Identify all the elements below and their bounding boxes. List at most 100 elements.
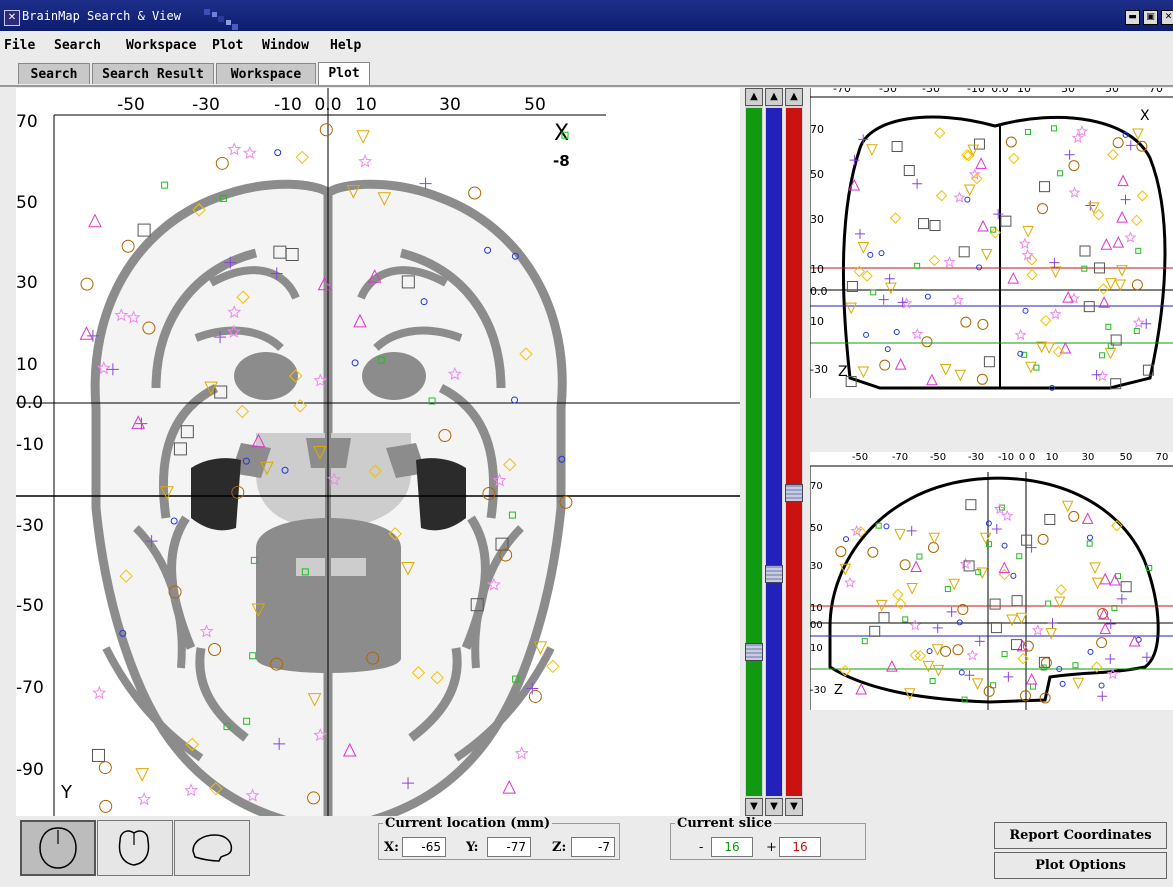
- y-tick-label: -10: [16, 435, 44, 455]
- x-coord-label: X:: [384, 840, 399, 855]
- sagittal-y-tick-labels: 70 50 30 10 00 10 -30: [810, 481, 826, 696]
- tab-search[interactable]: Search: [18, 63, 90, 84]
- x-tick-labels: -50 -30 -10 0.0 10 30 50: [117, 95, 546, 115]
- menu-file[interactable]: File: [4, 38, 35, 53]
- title-bar[interactable]: ✕ BrainMap Search & View ▬ ▣ ✕: [0, 0, 1173, 31]
- axial-brain-image: [90, 179, 567, 833]
- coordinate-marker: [242, 145, 257, 160]
- y-tick-label: 50: [810, 523, 823, 534]
- y-coord-field[interactable]: -77: [487, 837, 531, 857]
- x-tick-label: 30: [439, 95, 461, 115]
- scroll-down-arrow-icon[interactable]: ▼: [785, 798, 803, 816]
- menu-window[interactable]: Window: [262, 38, 309, 53]
- y-tick-label: 30: [16, 273, 38, 293]
- x-tick-label: 0: [1019, 452, 1025, 463]
- minimize-icon[interactable]: ▬: [1125, 10, 1140, 25]
- axial-plot[interactable]: -50 -30 -10 0.0 10 30 50 70 50 30 10 0.0 -10 -30 -50-…: [16, 88, 740, 833]
- coordinate-marker: [514, 746, 529, 760]
- y-tick-label: 50: [810, 168, 824, 181]
- y-tick-label: 70: [810, 481, 823, 492]
- y-tick-label: -90: [16, 760, 44, 780]
- scroll-up-arrow-icon[interactable]: ▲: [785, 88, 803, 106]
- tab-plot[interactable]: Plot: [318, 62, 370, 86]
- x-tick-label: 10: [1046, 452, 1059, 463]
- coronal-plot-canvas[interactable]: -70 -50 -30 -10 0.0 10 30 50 70 70 50 30 10 0.0 10 -30…: [809, 82, 1173, 398]
- coordinate-marker: [91, 748, 105, 762]
- window-title: BrainMap Search & View: [22, 9, 181, 23]
- slice-minus-label: -: [699, 840, 704, 855]
- current-location-legend: Current location (mm): [385, 816, 551, 831]
- coordinate-marker: [98, 761, 112, 775]
- x-tick-label: -70: [833, 88, 851, 95]
- scroll-up-arrow-icon[interactable]: ▲: [745, 88, 763, 106]
- scroll-down-arrow-icon[interactable]: ▼: [745, 798, 763, 816]
- coordinate-marker: [274, 149, 282, 157]
- slice-minus-field[interactable]: 16: [711, 837, 753, 857]
- corner-y-label: Y: [60, 782, 73, 803]
- slice-plus-field[interactable]: 16: [779, 837, 821, 857]
- z-coord-label: Z:: [552, 840, 567, 855]
- x-tick-label: 10: [355, 95, 377, 115]
- y-tick-label: 10: [810, 263, 824, 276]
- sagittal-plot[interactable]: -50 -70 -50 -30 -10 0 0 10 30 50 70 70 50 30 10 00 10 -3…: [809, 452, 1173, 710]
- menu-search[interactable]: Search: [54, 38, 101, 53]
- slice-plus-label: +: [766, 840, 777, 855]
- application-window: ✕ BrainMap Search & View ▬ ▣ ✕ File Sear…: [0, 0, 1173, 887]
- tab-divider: [0, 85, 1173, 87]
- y-tick-label: -30: [810, 363, 828, 376]
- y-tick-label: -30: [16, 516, 44, 536]
- x-tick-label: -50: [930, 452, 946, 463]
- blue-slice-scrollbar[interactable]: ▲ ▼: [765, 88, 783, 816]
- red-track[interactable]: [786, 108, 802, 796]
- report-coordinates-button[interactable]: Report Coordinates: [994, 822, 1167, 849]
- close-icon[interactable]: ✕: [1161, 10, 1173, 25]
- blue-track[interactable]: [766, 108, 782, 796]
- coronal-corner-x: X: [1140, 108, 1150, 124]
- coordinate-marker: [80, 277, 94, 291]
- x-tick-label: -10: [967, 88, 985, 95]
- coordinate-marker: [137, 223, 151, 237]
- coordinate-marker: [121, 239, 135, 253]
- slice-scrollbars: ▲ ▼ ▲ ▼ ▲ ▼: [745, 88, 805, 816]
- coordinate-marker: [1097, 691, 1108, 702]
- y-tick-label: 0.0: [810, 285, 828, 298]
- maximize-icon[interactable]: ▣: [1143, 10, 1158, 25]
- sagittal-view-button[interactable]: [174, 820, 250, 876]
- plot-options-button[interactable]: Plot Options: [994, 852, 1167, 879]
- scroll-down-arrow-icon[interactable]: ▼: [765, 798, 783, 816]
- red-scroll-thumb[interactable]: [785, 484, 803, 502]
- coronal-x-tick-labels: -70 -50 -30 -10 0.0 10 30 50 70: [833, 82, 1163, 95]
- x-coord-field[interactable]: -65: [402, 837, 446, 857]
- green-scroll-thumb[interactable]: [745, 643, 763, 661]
- tab-workspace[interactable]: Workspace: [216, 63, 316, 84]
- menu-plot[interactable]: Plot: [212, 38, 243, 53]
- blue-scroll-thumb[interactable]: [765, 565, 783, 583]
- axial-view-button[interactable]: [20, 820, 96, 876]
- coronal-view-button[interactable]: [97, 820, 173, 876]
- green-track[interactable]: [746, 108, 762, 796]
- coordinate-marker: [295, 150, 309, 165]
- y-tick-label: 10: [810, 315, 824, 328]
- x-tick-label: -10: [998, 452, 1014, 463]
- green-slice-scrollbar[interactable]: ▲ ▼: [745, 88, 763, 816]
- red-slice-scrollbar[interactable]: ▲ ▼: [785, 88, 803, 816]
- x-tick-label: 0: [1029, 452, 1035, 463]
- sagittal-plot-canvas[interactable]: -50 -70 -50 -30 -10 0 0 10 30 50 70 70 50 30 10 00 10 -3…: [809, 452, 1173, 710]
- sagittal-brain-icon: [192, 834, 233, 862]
- axial-plot-canvas[interactable]: -50 -30 -10 0.0 10 30 50 705030100.0-10-30-50-…: [16, 88, 740, 833]
- coordinate-marker: [1098, 682, 1105, 689]
- coordinate-marker: [835, 546, 847, 558]
- x-tick-label: 30: [1061, 88, 1075, 95]
- coronal-plot[interactable]: -70 -50 -30 -10 0.0 10 30 50 70 70 50 30 10 0.0 10 -30…: [809, 82, 1173, 398]
- current-slice-legend: Current slice: [677, 816, 773, 831]
- y-tick-labels: 70 50 30 10 0.0 -10 -30 -50 -70 -90: [16, 112, 44, 780]
- tab-search-result[interactable]: Search Result: [92, 63, 214, 84]
- z-coord-field[interactable]: -7: [571, 837, 615, 857]
- x-close-icon[interactable]: ✕: [4, 10, 20, 26]
- y-tick-label: 10: [810, 643, 823, 654]
- x-tick-label: 50: [1105, 88, 1119, 95]
- y-tick-label: 10: [810, 603, 823, 614]
- scroll-up-arrow-icon[interactable]: ▲: [765, 88, 783, 106]
- menu-help[interactable]: Help: [330, 38, 361, 53]
- menu-workspace[interactable]: Workspace: [126, 38, 196, 53]
